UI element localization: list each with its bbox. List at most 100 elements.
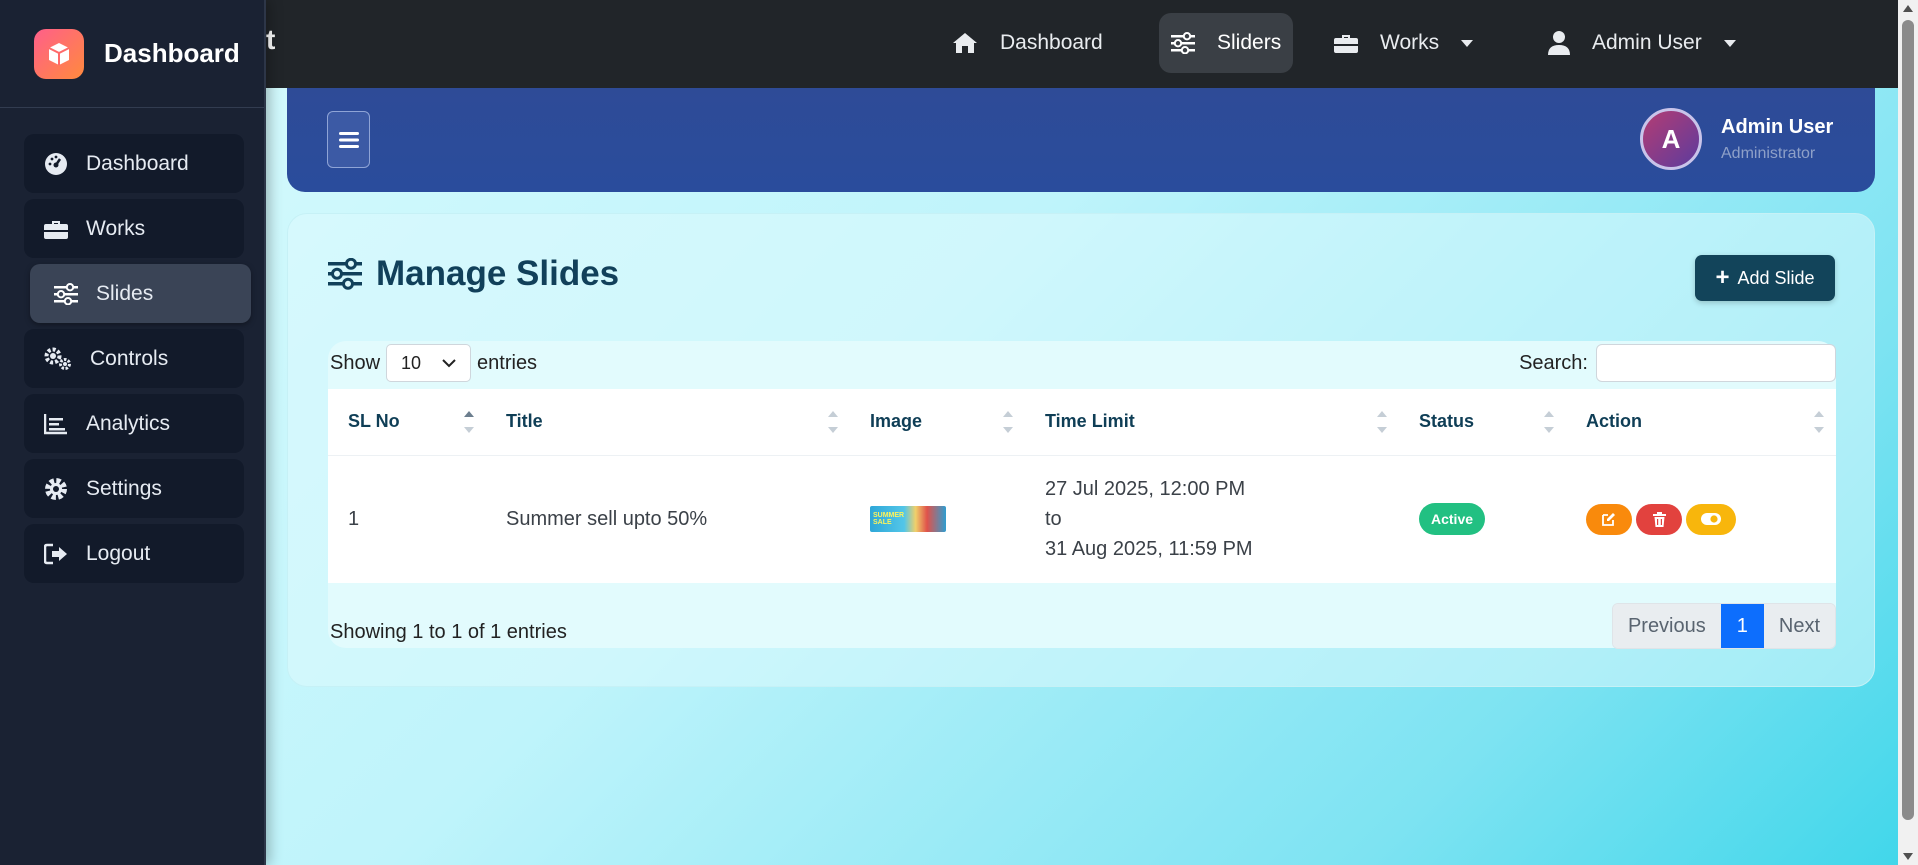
column-header-sl-no[interactable]: SL No: [328, 389, 486, 456]
content-header: A Admin User Administrator: [287, 88, 1875, 192]
sidebar-item-works[interactable]: Works: [24, 199, 244, 258]
plus-icon: +: [1715, 264, 1730, 291]
column-header-title[interactable]: Title: [486, 389, 850, 456]
pagination-page-1[interactable]: 1: [1720, 604, 1764, 648]
sort-icon: [1814, 411, 1824, 433]
sidebar-item-settings[interactable]: Settings: [24, 459, 244, 518]
sort-icon: [1544, 411, 1554, 433]
sort-icon: [1003, 411, 1013, 433]
column-header-action[interactable]: Action: [1566, 389, 1836, 456]
sliders-icon: [1171, 32, 1195, 54]
menu-toggle-button[interactable]: [327, 111, 370, 168]
cube-icon: [34, 28, 84, 79]
nav-item-label: Sliders: [1217, 31, 1282, 54]
briefcase-icon: [44, 220, 68, 239]
home-icon: [953, 33, 977, 53]
column-header-label: Time Limit: [1045, 411, 1135, 432]
hamburger-icon: [338, 131, 359, 148]
column-header-image[interactable]: Image: [850, 389, 1025, 456]
caret-down-icon: [1461, 39, 1474, 47]
page-scrollbar[interactable]: [1898, 0, 1918, 865]
delete-button[interactable]: [1636, 503, 1682, 535]
briefcase-icon: [1334, 35, 1358, 53]
sort-icon: [828, 411, 838, 433]
sidebar-item-label: Slides: [96, 281, 154, 305]
nav-item-label: Dashboard: [1000, 31, 1103, 54]
nav-item-label: Works: [1380, 31, 1440, 54]
column-header-label: Image: [870, 411, 923, 432]
entries-select-value: 10: [401, 352, 422, 373]
cell-time-limit: 27 Jul 2025, 12:00 PM to 31 Aug 2025, 11…: [1025, 455, 1399, 583]
sidebar-item-label: Settings: [86, 476, 162, 500]
pagination: Previous 1 Next: [1611, 603, 1836, 649]
show-label: Show: [330, 351, 381, 374]
sidebar-title[interactable]: Dashboard: [104, 38, 240, 69]
edit-button[interactable]: [1586, 503, 1632, 535]
slide-thumbnail[interactable]: SUMMER SALE: [870, 506, 946, 533]
time-separator: to: [1045, 508, 1062, 531]
trash-icon: [1652, 511, 1666, 527]
pagination-next[interactable]: Next: [1763, 604, 1835, 648]
column-header-label: Title: [506, 411, 543, 432]
column-header-label: SL No: [348, 411, 400, 432]
sidebar-item-slides[interactable]: Slides: [30, 264, 251, 323]
sidebar-item-analytics[interactable]: Analytics: [24, 394, 244, 453]
manage-slides-card: Manage Slides + Add Slide Show 10 entrie…: [287, 213, 1875, 687]
sidebar-item-logout[interactable]: Logout: [24, 524, 244, 583]
sidebar-menu: Dashboard Works Slides Controls Analytic…: [24, 134, 251, 589]
time-end: 31 Aug 2025, 11:59 PM: [1045, 538, 1253, 561]
table-info: Showing 1 to 1 of 1 entries: [330, 621, 567, 643]
nav-item-sliders[interactable]: Sliders: [1159, 13, 1294, 73]
sidebar-header: Dashboard: [0, 0, 264, 108]
column-header-label: Status: [1419, 411, 1475, 432]
search-label: Search:: [1519, 351, 1588, 374]
slide-thumbnail-caption: SUMMER SALE: [873, 512, 905, 527]
nav-item-dashboard[interactable]: Dashboard: [940, 13, 1115, 73]
time-start: 27 Jul 2025, 12:00 PM: [1045, 478, 1246, 501]
avatar[interactable]: A: [1640, 108, 1702, 170]
nav-item-admin-user[interactable]: Admin User: [1536, 13, 1748, 73]
cell-action: [1566, 455, 1836, 583]
cell-sl-no: 1: [348, 507, 360, 530]
scroll-down-arrow-icon[interactable]: [1903, 853, 1913, 860]
column-header-time-limit[interactable]: Time Limit: [1025, 389, 1399, 456]
slides-table-wrapper: Show 10 entries Search: SL No Title Imag…: [328, 341, 1836, 649]
nav-item-label: Admin User: [1592, 31, 1702, 54]
chart-line-icon: [44, 413, 67, 434]
sliders-icon: [54, 282, 78, 305]
sidebar: Dashboard Dashboard Works Slides Control…: [0, 0, 266, 865]
table-header-row: SL No Title Image Time Limit Status Acti…: [328, 389, 1836, 456]
sidebar-item-controls[interactable]: Controls: [24, 329, 244, 388]
caret-down-icon: [1723, 39, 1736, 47]
search-control: Search:: [1519, 341, 1836, 385]
user-role: Administrator: [1721, 145, 1816, 162]
logout-icon: [44, 543, 67, 564]
top-navbar: t Dashboard Sliders Works Admin User: [0, 0, 1898, 88]
nav-item-works[interactable]: Works: [1322, 13, 1485, 73]
search-input[interactable]: [1596, 344, 1836, 382]
cell-status: Active: [1399, 455, 1566, 583]
gauge-icon: [45, 152, 67, 175]
status-badge: Active: [1419, 503, 1486, 536]
chevron-down-icon: [442, 358, 456, 367]
entries-length-control: Show 10 entries: [330, 341, 537, 385]
toggle-status-button[interactable]: [1686, 503, 1736, 535]
sidebar-item-label: Logout: [86, 541, 151, 565]
page-title: Manage Slides: [328, 254, 619, 294]
scrollbar-thumb[interactable]: [1902, 20, 1914, 820]
entries-label: entries: [477, 351, 538, 374]
sidebar-item-dashboard[interactable]: Dashboard: [24, 134, 244, 193]
sidebar-item-label: Analytics: [86, 411, 171, 435]
add-slide-button[interactable]: + Add Slide: [1695, 255, 1835, 301]
cell-image: SUMMER SALE: [850, 455, 1025, 583]
column-header-status[interactable]: Status: [1399, 389, 1566, 456]
entries-select[interactable]: 10: [386, 344, 472, 382]
user-icon: [1548, 31, 1570, 55]
pagination-previous[interactable]: Previous: [1612, 604, 1721, 648]
sort-icon: [1377, 411, 1387, 433]
sidebar-item-label: Works: [86, 216, 146, 240]
scroll-up-arrow-icon[interactable]: [1903, 5, 1913, 12]
navbar-brand[interactable]: t: [266, 24, 275, 56]
gear-icon: [45, 477, 67, 500]
edit-icon: [1602, 513, 1615, 527]
